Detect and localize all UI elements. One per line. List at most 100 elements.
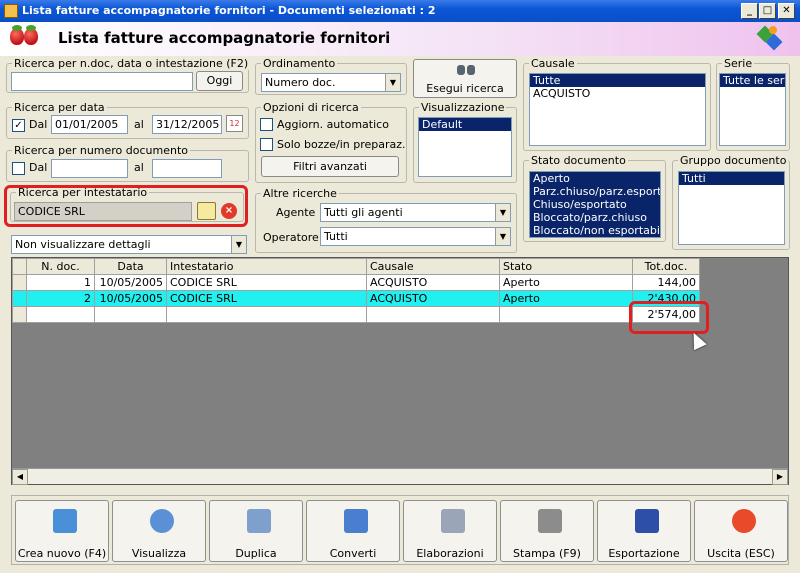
scroll-left-icon[interactable]: ◀ <box>12 469 28 485</box>
holder-highlight <box>4 185 248 227</box>
export-button[interactable]: Esportazione <box>597 500 691 562</box>
date-to-input[interactable]: 31/12/2005 <box>152 115 222 134</box>
list-item[interactable]: Tutte <box>530 74 705 87</box>
number-from-input[interactable] <box>51 159 128 178</box>
date-from-label: Dal <box>29 118 48 131</box>
ordering-select[interactable]: Numero doc. ▼ <box>261 73 401 92</box>
list-item[interactable]: Bloccato/parz.chiuso <box>530 211 660 224</box>
convert-icon <box>344 509 368 533</box>
doc-group-list[interactable]: Tutti <box>678 171 785 245</box>
export-button-label: Esportazione <box>608 547 680 560</box>
exit-button-label: Uscita (ESC) <box>707 547 775 560</box>
cell-state[interactable]: Aperto <box>499 274 633 291</box>
row-header[interactable] <box>12 290 27 307</box>
col-header-date[interactable]: Data <box>94 258 167 275</box>
list-item[interactable]: ACQUISTO <box>530 87 705 100</box>
empty-cell <box>166 306 367 323</box>
number-filter-checkbox[interactable] <box>12 162 25 175</box>
list-item[interactable]: Default <box>419 118 511 131</box>
exit-icon <box>732 509 756 533</box>
view-list[interactable]: Default <box>418 117 512 177</box>
chevron-down-icon[interactable]: ▼ <box>385 74 400 91</box>
row-header[interactable] <box>12 274 27 291</box>
view-button[interactable]: Visualizza <box>112 500 206 562</box>
list-item[interactable]: Chiuso/esportato <box>530 198 660 211</box>
window-title: Lista fatture accompagnatorie fornitori … <box>22 4 436 17</box>
chevron-down-icon[interactable]: ▼ <box>495 204 510 221</box>
print-button[interactable]: Stampa (F9) <box>500 500 594 562</box>
doc-state-legend: Stato documento <box>529 154 628 167</box>
scroll-right-icon[interactable]: ▶ <box>772 469 788 485</box>
minimize-button[interactable]: _ <box>741 3 758 19</box>
serie-list[interactable]: Tutte le serie <box>719 73 786 146</box>
search-ndoc-legend: Ricerca per n.doc, data o intestazione (… <box>12 57 251 70</box>
details-select[interactable]: Non visualizzare dettagli ▼ <box>11 235 247 254</box>
execute-search-button[interactable]: Esegui ricerca <box>413 59 517 98</box>
col-header-state[interactable]: Stato <box>499 258 633 275</box>
save-disk-icon <box>635 509 659 533</box>
advanced-filters-button[interactable]: Filtri avanzati <box>261 156 399 177</box>
cell-state[interactable]: Aperto <box>499 290 633 307</box>
col-header-causale[interactable]: Causale <box>366 258 500 275</box>
search-ndoc-input[interactable] <box>11 72 193 91</box>
ordering-legend: Ordinamento <box>261 57 338 70</box>
total-row: 2'574,00 <box>12 306 700 323</box>
col-header-ndoc[interactable]: N. doc. <box>26 258 95 275</box>
date-from-input[interactable]: 01/01/2005 <box>51 115 128 134</box>
agent-select[interactable]: Tutti gli agenti ▼ <box>320 203 511 222</box>
search-number-legend: Ricerca per numero documento <box>12 144 191 157</box>
cell-ndoc[interactable]: 2 <box>26 290 95 307</box>
cell-date[interactable]: 10/05/2005 <box>94 290 167 307</box>
list-item[interactable]: Tutti <box>679 172 784 185</box>
operator-select[interactable]: Tutti ▼ <box>320 227 511 246</box>
page-title: Lista fatture accompagnatorie fornitori <box>58 29 391 47</box>
app-icon <box>4 4 18 18</box>
maximize-button[interactable]: □ <box>759 3 776 19</box>
convert-button[interactable]: Converti <box>306 500 400 562</box>
duplicate-button[interactable]: Duplica <box>209 500 303 562</box>
doc-state-list[interactable]: Aperto Parz.chiuso/parz.esportato Chiuso… <box>529 171 661 238</box>
cell-date[interactable]: 10/05/2005 <box>94 274 167 291</box>
table-row[interactable]: 1 10/05/2005 CODICE SRL ACQUISTO Aperto … <box>12 274 700 291</box>
number-to-input[interactable] <box>152 159 222 178</box>
causale-list[interactable]: Tutte ACQUISTO <box>529 73 706 146</box>
today-button[interactable]: Oggi <box>196 71 243 91</box>
calendar-icon[interactable]: 12 <box>226 115 243 132</box>
serie-legend: Serie <box>722 57 755 70</box>
search-date-legend: Ricerca per data <box>12 101 107 114</box>
table-row[interactable]: 2 10/05/2005 CODICE SRL ACQUISTO Aperto … <box>12 290 700 307</box>
auto-update-checkbox[interactable] <box>260 118 273 131</box>
cell-causale[interactable]: ACQUISTO <box>366 290 500 307</box>
list-item[interactable]: Parz.chiuso/parz.esportato <box>530 185 660 198</box>
drafts-only-checkbox[interactable] <box>260 138 273 151</box>
col-header-total[interactable]: Tot.doc. <box>632 258 700 275</box>
causale-legend: Causale <box>529 57 577 70</box>
horizontal-scrollbar[interactable]: ◀ ▶ <box>12 468 788 485</box>
operator-label: Operatore : <box>263 231 326 244</box>
chevron-down-icon[interactable]: ▼ <box>231 236 246 253</box>
total-highlight <box>629 301 709 334</box>
cell-total[interactable]: 144,00 <box>632 274 700 291</box>
process-button-label: Elaborazioni <box>416 547 484 560</box>
duplicate-button-label: Duplica <box>235 547 277 560</box>
agent-label: Agente : <box>276 206 323 219</box>
exit-button[interactable]: Uscita (ESC) <box>694 500 788 562</box>
list-item[interactable]: Tutte le serie <box>720 74 785 87</box>
list-item[interactable]: Bloccato/non esportabile <box>530 224 660 237</box>
cell-ndoc[interactable]: 1 <box>26 274 95 291</box>
cell-causale[interactable]: ACQUISTO <box>366 274 500 291</box>
execute-search-label: Esegui ricerca <box>426 82 504 95</box>
view-magnifier-icon <box>150 509 174 533</box>
new-button[interactable]: Crea nuovo (F4) <box>15 500 109 562</box>
row-header <box>12 306 27 323</box>
cell-holder[interactable]: CODICE SRL <box>166 290 367 307</box>
close-button[interactable]: ✕ <box>778 3 795 19</box>
chevron-down-icon[interactable]: ▼ <box>495 228 510 245</box>
process-button[interactable]: Elaborazioni <box>403 500 497 562</box>
col-header-holder[interactable]: Intestatario <box>166 258 367 275</box>
other-search-legend: Altre ricerche <box>261 187 339 200</box>
cell-holder[interactable]: CODICE SRL <box>166 274 367 291</box>
date-filter-checkbox[interactable]: ✓ <box>12 119 25 132</box>
list-item[interactable]: Aperto <box>530 172 660 185</box>
empty-cell <box>94 306 167 323</box>
